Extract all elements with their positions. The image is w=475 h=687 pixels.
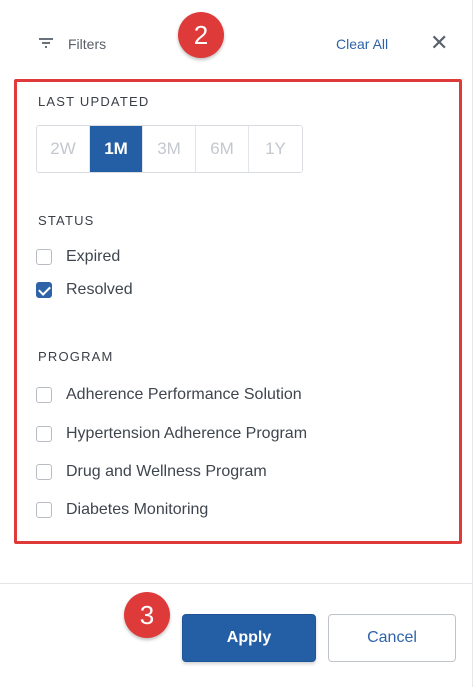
diabetes-monitoring-label: Diabetes Monitoring <box>66 501 209 518</box>
program-option-hypertension-adherence[interactable]: Hypertension Adherence Program <box>36 423 307 445</box>
filters-panel: Filters Clear All ✕ 2 LAST UPDATED 2W 1M… <box>0 0 473 687</box>
status-title: STATUS <box>38 213 95 228</box>
program-option-drug-wellness[interactable]: Drug and Wellness Program <box>36 461 267 483</box>
status-option-resolved[interactable]: Resolved <box>36 279 133 301</box>
expired-label: Expired <box>66 248 121 265</box>
cancel-button[interactable]: Cancel <box>328 614 456 662</box>
drug-wellness-checkbox[interactable] <box>36 464 52 480</box>
filters-title: Filters <box>68 36 107 52</box>
close-icon[interactable]: ✕ <box>430 32 448 54</box>
range-option-1m[interactable]: 1M <box>90 126 143 172</box>
adherence-performance-checkbox[interactable] <box>36 387 52 403</box>
adherence-performance-label: Adherence Performance Solution <box>66 386 302 403</box>
footer-divider <box>0 583 472 584</box>
range-option-3m[interactable]: 3M <box>143 126 196 172</box>
hypertension-adherence-label: Hypertension Adherence Program <box>66 425 308 442</box>
last-updated-segmented-control: 2W 1M 3M 6M 1Y <box>36 125 303 173</box>
filter-icon <box>38 36 54 50</box>
filters-header: Filters Clear All ✕ <box>0 0 472 80</box>
resolved-label: Resolved <box>66 281 133 298</box>
drug-wellness-label: Drug and Wellness Program <box>66 463 267 480</box>
range-option-6m[interactable]: 6M <box>196 126 249 172</box>
program-title: PROGRAM <box>38 349 114 364</box>
range-option-1y[interactable]: 1Y <box>249 126 302 172</box>
hypertension-adherence-checkbox[interactable] <box>36 426 52 442</box>
resolved-checkbox[interactable] <box>36 282 52 298</box>
status-option-expired[interactable]: Expired <box>36 246 120 268</box>
program-option-diabetes-monitoring[interactable]: Diabetes Monitoring <box>36 499 208 521</box>
clear-all-link[interactable]: Clear All <box>336 36 388 52</box>
apply-button[interactable]: Apply <box>182 614 316 662</box>
range-option-2w[interactable]: 2W <box>37 126 90 172</box>
last-updated-title: LAST UPDATED <box>38 94 150 109</box>
step-marker-3: 3 <box>124 592 170 638</box>
program-option-adherence-performance[interactable]: Adherence Performance Solution <box>36 384 302 406</box>
diabetes-monitoring-checkbox[interactable] <box>36 502 52 518</box>
expired-checkbox[interactable] <box>36 249 52 265</box>
step-marker-2: 2 <box>178 12 224 58</box>
